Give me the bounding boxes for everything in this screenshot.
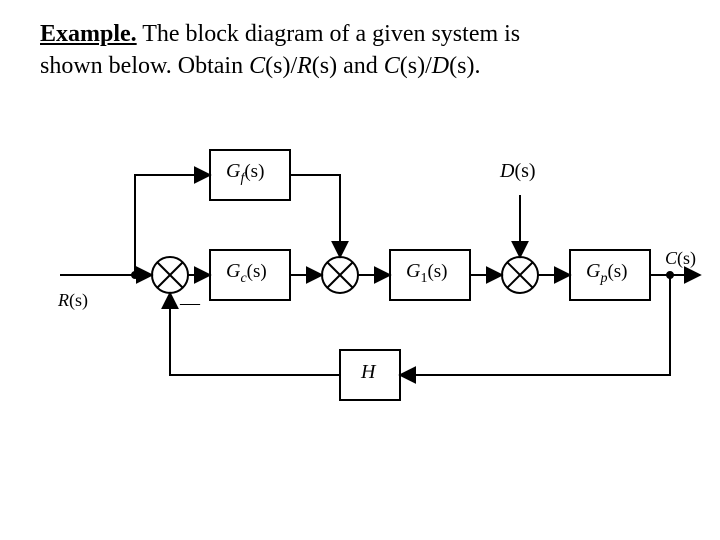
label-h: H xyxy=(361,361,375,384)
label-gc: Gc(s) xyxy=(226,260,267,287)
label-g1: G1(s) xyxy=(406,260,448,287)
summing-junction-2 xyxy=(322,257,358,293)
branch-node-c xyxy=(667,272,673,278)
label-minus: — xyxy=(180,292,200,315)
label-c: C(s) xyxy=(665,248,696,269)
label-d: D(s) xyxy=(500,160,536,183)
example-heading: Example. xyxy=(40,21,137,47)
line-c-to-h xyxy=(400,275,670,375)
branch-node-r xyxy=(132,272,138,278)
summing-junction-1 xyxy=(152,257,188,293)
label-r: R(s) xyxy=(58,290,88,311)
label-gf: Gf(s) xyxy=(226,160,264,187)
problem-statement: Example. The block diagram of a given sy… xyxy=(40,18,600,83)
line-branch-gf xyxy=(135,175,210,275)
summing-junction-3 xyxy=(502,257,538,293)
line-gf-sum2 xyxy=(290,175,340,257)
label-gp: Gp(s) xyxy=(586,260,628,287)
